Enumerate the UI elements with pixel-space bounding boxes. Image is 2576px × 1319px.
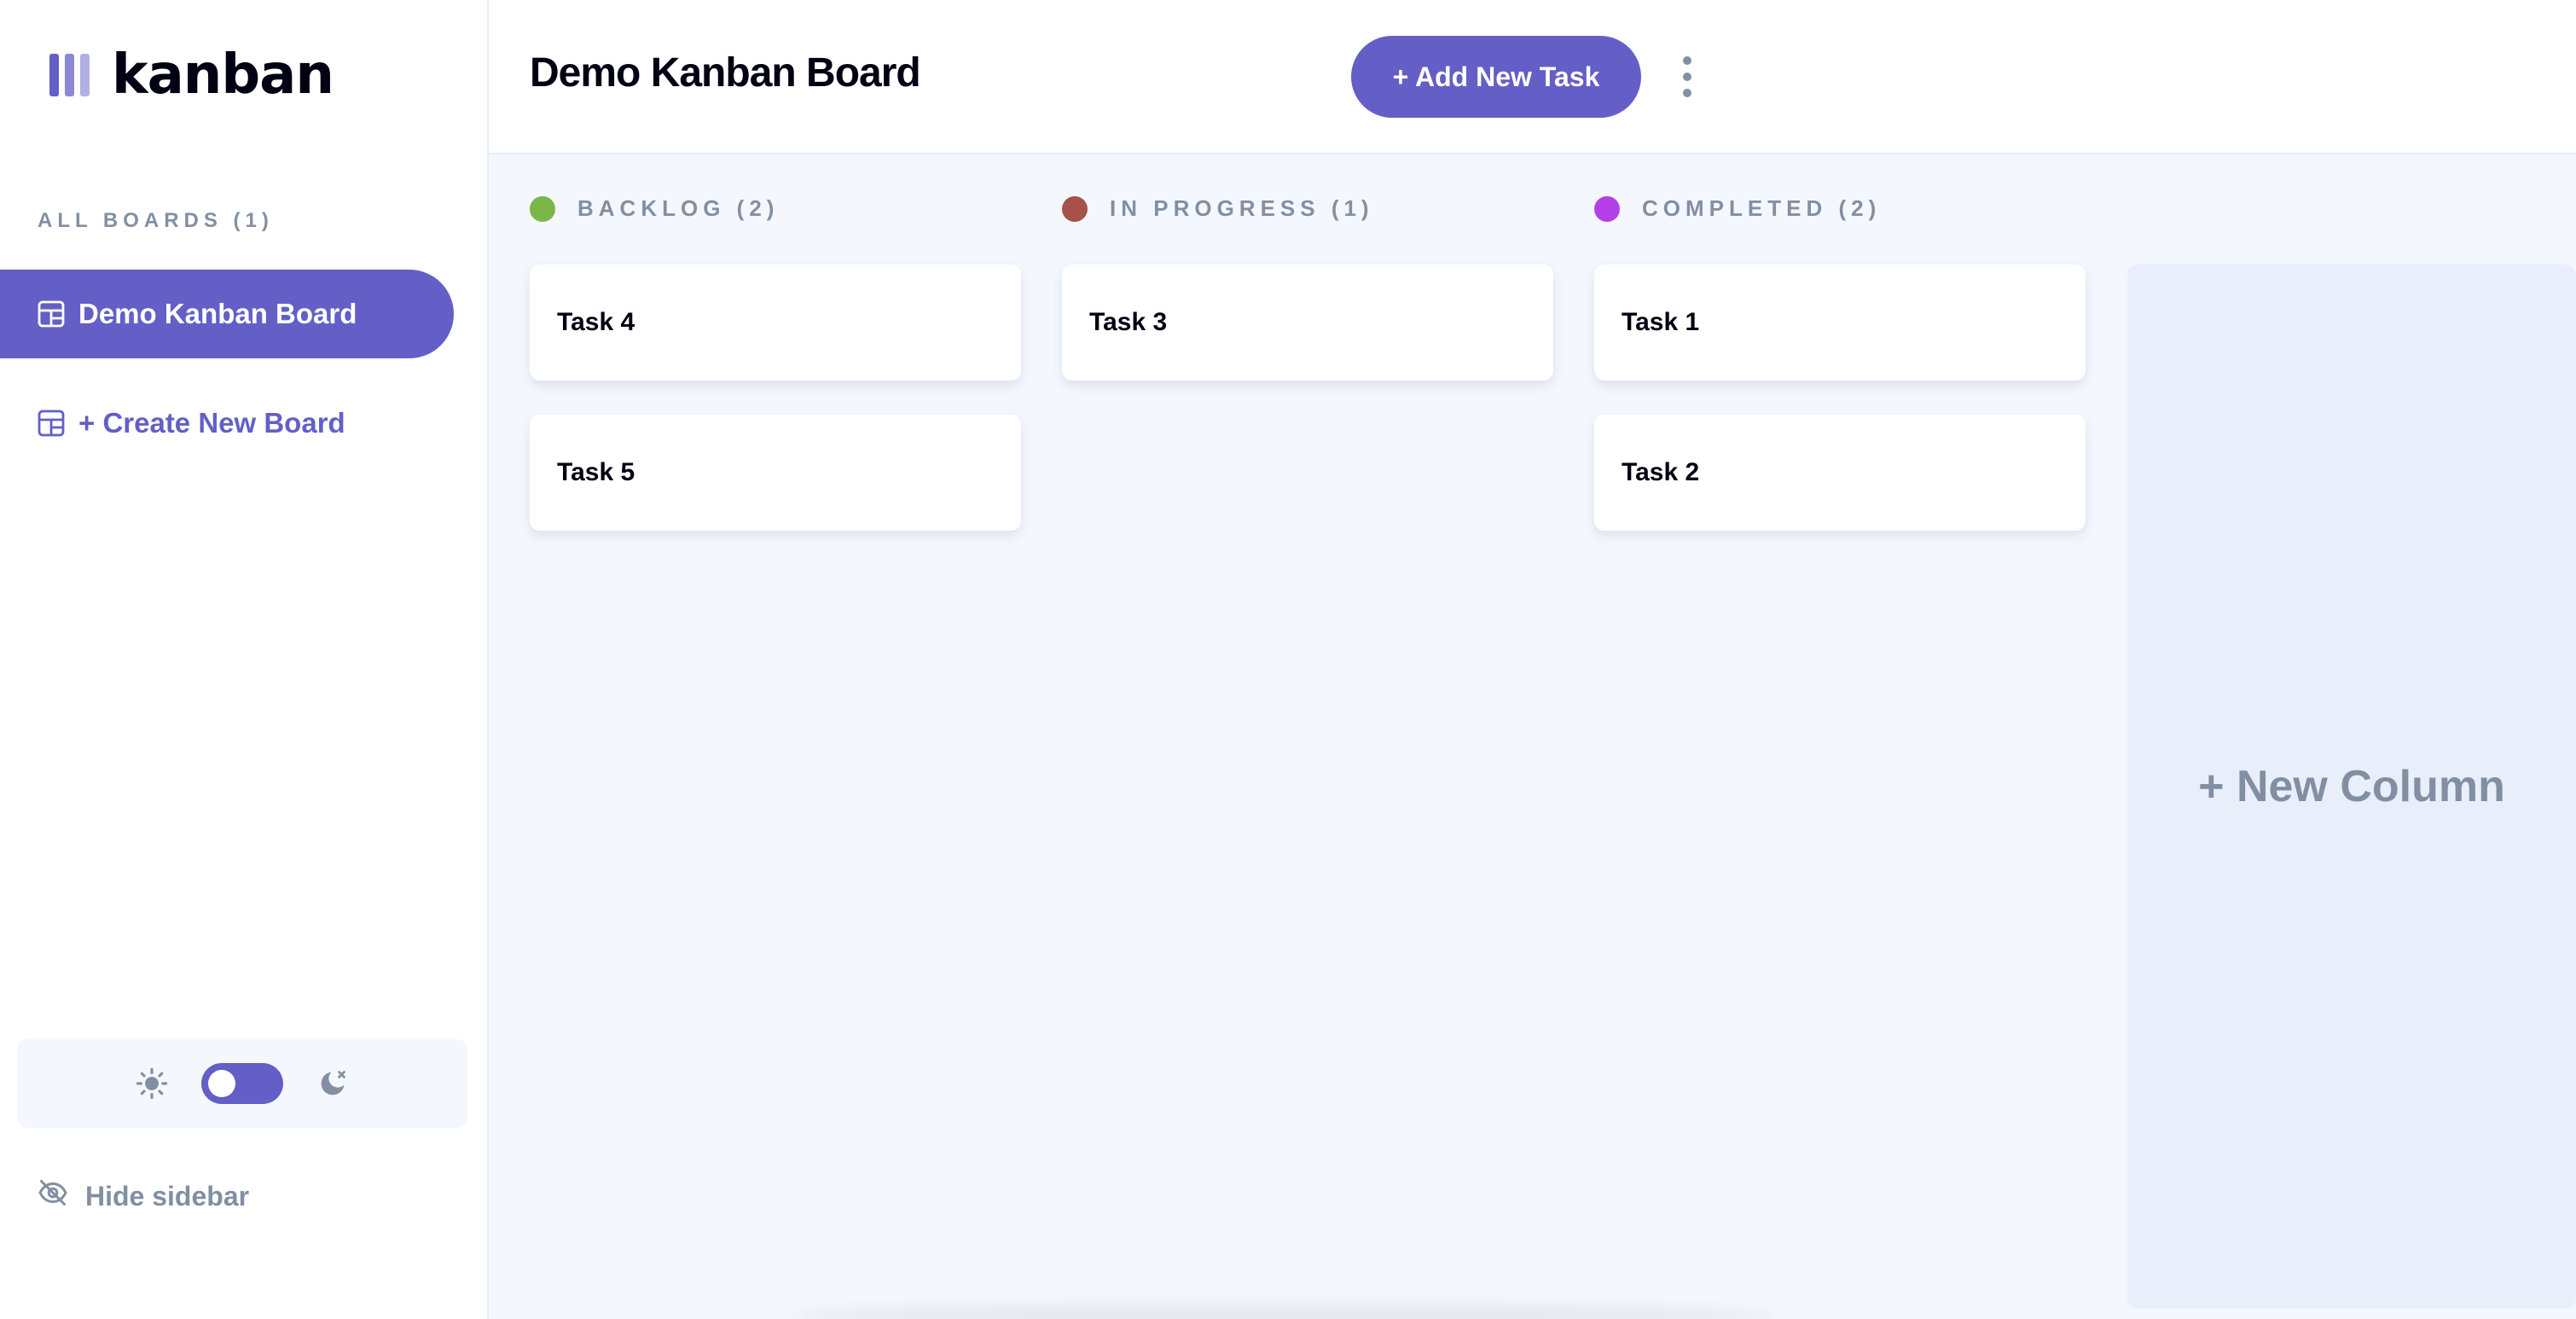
task-card[interactable]: Task 5 — [530, 415, 1021, 531]
task-list: Task 4 Task 5 — [530, 264, 1021, 565]
column-title: COMPLETED (2) — [1642, 195, 1882, 221]
toggle-knob — [208, 1070, 235, 1097]
column-color-dot — [1062, 195, 1088, 222]
theme-toggle-panel — [17, 1039, 467, 1128]
eye-slash-icon — [38, 1177, 68, 1215]
create-new-board-button[interactable]: + Create New Board — [0, 379, 454, 468]
column-header: COMPLETED (2) — [1594, 195, 2086, 222]
task-card[interactable]: Task 4 — [530, 264, 1021, 381]
task-card[interactable]: Task 2 — [1594, 415, 2086, 531]
new-column-button[interactable]: + New Column — [2127, 264, 2576, 1309]
board-icon — [38, 300, 65, 328]
column-title: BACKLOG (2) — [577, 195, 780, 221]
hide-sidebar-label: Hide sidebar — [85, 1180, 250, 1212]
task-list: Task 3 — [1062, 264, 1553, 415]
dark-mode-toggle[interactable] — [201, 1063, 283, 1104]
sidebar: kanban ALL BOARDS (1) Demo Kanban Board — [0, 0, 489, 1319]
hide-sidebar-button[interactable]: Hide sidebar — [38, 1172, 249, 1220]
scroll-shadow — [793, 1304, 1774, 1319]
column-header: BACKLOG (2) — [530, 195, 1021, 222]
header: Demo Kanban Board + Add New Task — [489, 0, 2576, 154]
kanban-app: kanban ALL BOARDS (1) Demo Kanban Board — [0, 0, 2576, 1319]
vertical-ellipsis-icon[interactable] — [1674, 56, 1700, 97]
sun-icon — [135, 1066, 169, 1101]
column-title: IN PROGRESS (1) — [1110, 195, 1374, 221]
column-color-dot — [530, 195, 555, 222]
logo: kanban — [49, 48, 334, 102]
add-new-task-button[interactable]: + Add New Task — [1351, 36, 1641, 118]
column-backlog: BACKLOG (2) Task 4 Task 5 — [530, 195, 1021, 531]
task-card[interactable]: Task 1 — [1594, 264, 2086, 381]
column-color-dot — [1594, 195, 1620, 222]
column-header: IN PROGRESS (1) — [1062, 195, 1553, 222]
board-icon — [38, 410, 65, 437]
create-new-board-label: + Create New Board — [78, 407, 345, 439]
logo-text: kanban — [112, 44, 334, 107]
moon-icon — [316, 1066, 350, 1101]
column-completed: COMPLETED (2) Task 1 Task 2 — [1594, 195, 2086, 531]
all-boards-heading: ALL BOARDS (1) — [38, 209, 274, 232]
sidebar-item-label: Demo Kanban Board — [78, 298, 357, 329]
task-list: Task 1 Task 2 — [1594, 264, 2086, 565]
task-card[interactable]: Task 3 — [1062, 264, 1553, 381]
column-in-progress: IN PROGRESS (1) Task 3 — [1062, 195, 1553, 381]
sidebar-item-demo-kanban-board[interactable]: Demo Kanban Board — [0, 270, 454, 358]
logo-icon — [49, 54, 90, 96]
page-title: Demo Kanban Board — [530, 50, 921, 96]
